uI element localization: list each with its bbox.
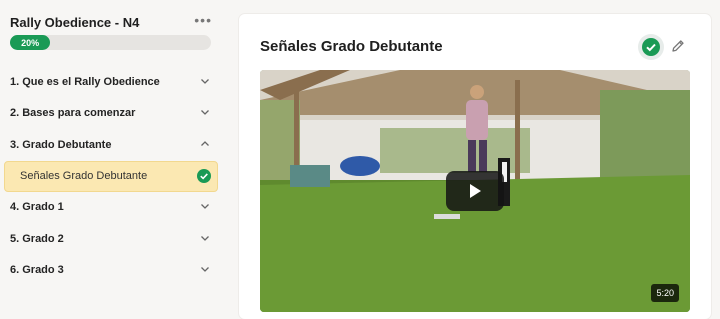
section-item-que-es[interactable]: 1. Que es el Rally Obedience — [0, 66, 226, 98]
progress-bar: 20% — [10, 35, 211, 50]
section-item-grado-1[interactable]: 4. Grado 1 — [0, 192, 226, 224]
chevron-up-icon — [200, 139, 210, 149]
chevron-down-icon — [200, 264, 210, 274]
section-label: 5. Grado 2 — [10, 232, 64, 245]
course-title: Rally Obedience - N4 — [10, 15, 140, 30]
check-circle-icon — [197, 169, 211, 183]
progress-fill: 20% — [10, 35, 51, 50]
lesson-card: Señales Grado Debutante 5:20 — [239, 14, 711, 319]
section-label: 3. Grado Debutante — [10, 138, 112, 151]
play-button[interactable] — [446, 171, 504, 211]
section-item-bases[interactable]: 2. Bases para comenzar — [0, 98, 226, 130]
more-horizontal-icon[interactable]: ••• — [194, 13, 212, 27]
section-label: 4. Grado 1 — [10, 201, 64, 214]
lesson-title: Señales Grado Debutante — [260, 38, 443, 55]
video-player[interactable]: 5:20 — [260, 70, 690, 312]
section-label: 6. Grado 3 — [10, 264, 64, 277]
course-sidebar: Rally Obedience - N4 ••• 20% 1. Que es e… — [0, 0, 226, 319]
video-duration: 5:20 — [651, 284, 679, 302]
chevron-down-icon — [200, 76, 210, 86]
progress-label: 20% — [21, 37, 40, 48]
chevron-down-icon — [200, 107, 210, 117]
section-item-grado-2[interactable]: 5. Grado 2 — [0, 223, 226, 255]
section-label: 1. Que es el Rally Obedience — [10, 75, 160, 88]
play-icon — [470, 184, 481, 198]
pencil-icon[interactable] — [670, 38, 686, 54]
mark-complete-button[interactable] — [638, 34, 664, 60]
course-header: Rally Obedience - N4 ••• — [10, 13, 214, 30]
check-circle-icon — [642, 38, 660, 56]
section-item-grado-debutante[interactable]: 3. Grado Debutante — [0, 129, 226, 161]
section-list: 1. Que es el Rally Obedience 2. Bases pa… — [0, 66, 226, 286]
lesson-label: Señales Grado Debutante — [20, 170, 148, 182]
lesson-item-senales[interactable]: Señales Grado Debutante — [4, 160, 218, 192]
section-label: 2. Bases para comenzar — [10, 107, 136, 120]
chevron-down-icon — [200, 233, 210, 243]
section-item-grado-3[interactable]: 6. Grado 3 — [0, 255, 226, 287]
chevron-down-icon — [200, 201, 210, 211]
